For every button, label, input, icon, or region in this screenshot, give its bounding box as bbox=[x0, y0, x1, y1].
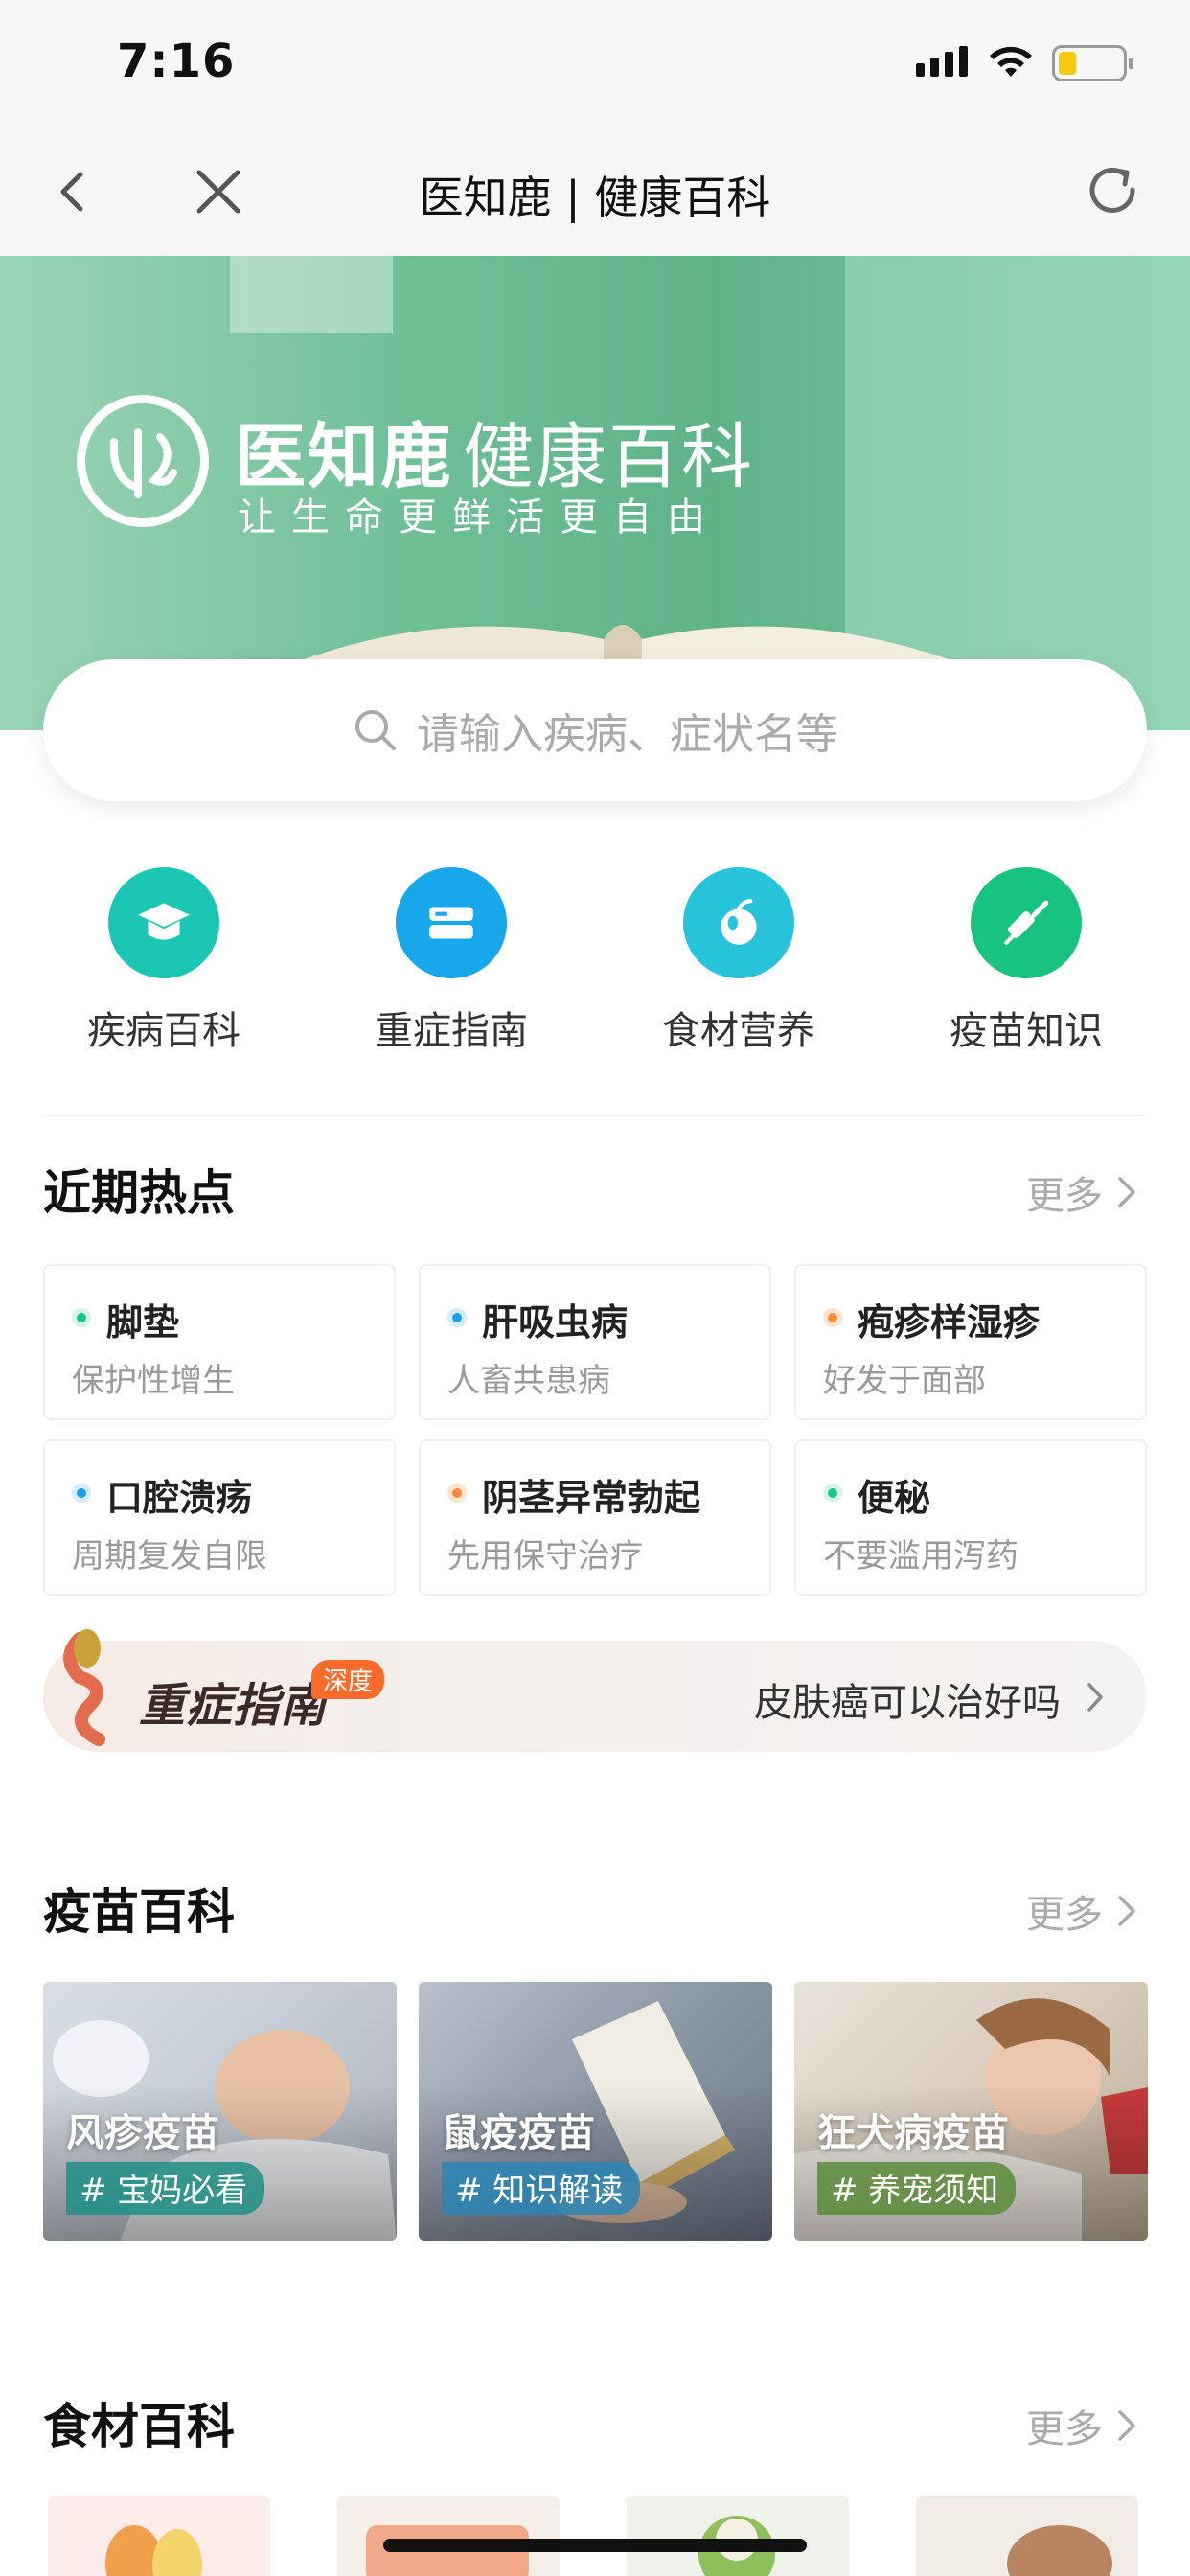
status-dot bbox=[447, 1308, 467, 1327]
hot-topic-desc: 周期复发自限 bbox=[72, 1537, 267, 1576]
more-label: 更多 bbox=[1026, 1174, 1103, 1218]
book-stack-icon bbox=[396, 867, 507, 978]
divider bbox=[43, 1115, 1147, 1116]
section-title-food: 食材百科 bbox=[43, 2399, 235, 2454]
category-label: 重症指南 bbox=[375, 1009, 528, 1053]
category-disease[interactable]: 疾病百科 bbox=[49, 867, 279, 1055]
hot-topic-name: 便秘 bbox=[858, 1477, 931, 1519]
hot-topic-card[interactable]: 疱疹样湿疹 好发于面部 bbox=[794, 1264, 1147, 1420]
status-dot bbox=[823, 1308, 842, 1327]
status-time: 7:16 bbox=[117, 34, 236, 88]
search-placeholder: 请输入疾病、症状名等 bbox=[417, 710, 838, 759]
salmon-photo bbox=[366, 2525, 529, 2576]
vegetable-photo bbox=[698, 2516, 775, 2576]
more-link-vaccine[interactable]: 更多 bbox=[1026, 1883, 1137, 1939]
vaccine-name: 狂犬病疫苗 bbox=[817, 2111, 1009, 2155]
category-label: 疫苗知识 bbox=[950, 1009, 1103, 1053]
home-indicator[interactable] bbox=[383, 2539, 807, 2552]
hot-topic-card[interactable]: 肝吸虫病 人畜共患病 bbox=[419, 1264, 771, 1420]
status-dot bbox=[72, 1308, 91, 1327]
chevron-right-icon bbox=[1118, 1896, 1135, 1926]
hot-topic-desc: 保护性增生 bbox=[72, 1362, 235, 1400]
hot-topic-desc: 好发于面部 bbox=[823, 1362, 986, 1400]
signal-icon bbox=[916, 46, 968, 77]
graduation-cap-icon bbox=[108, 867, 219, 978]
status-bar: 7:16 bbox=[0, 0, 1190, 126]
more-link-food[interactable]: 更多 bbox=[1026, 2398, 1137, 2453]
guide-question: 皮肤癌可以治好吗 bbox=[754, 1681, 1061, 1725]
brand-logo-icon bbox=[77, 395, 209, 527]
refresh-icon[interactable] bbox=[1083, 161, 1144, 222]
guide-badge: 深度 bbox=[311, 1660, 385, 1699]
vaccine-card[interactable]: 狂犬病疫苗 # 养宠须知 bbox=[794, 1982, 1148, 2241]
vaccine-card[interactable]: 鼠疫疫苗 # 知识解读 bbox=[419, 1982, 772, 2241]
chevron-right-icon bbox=[1087, 1683, 1103, 1712]
category-guide[interactable]: 重症指南 bbox=[336, 867, 566, 1055]
potato-photo bbox=[1007, 2525, 1112, 2576]
chevron-right-icon bbox=[1118, 1177, 1135, 1208]
hot-topic-name: 肝吸虫病 bbox=[482, 1301, 629, 1344]
category-vaccine[interactable]: 疫苗知识 bbox=[911, 867, 1141, 1055]
more-label: 更多 bbox=[1026, 1893, 1103, 1937]
section-title-hot: 近期热点 bbox=[43, 1165, 235, 1221]
hot-topic-card[interactable]: 口腔溃疡 周期复发自限 bbox=[43, 1439, 396, 1596]
wifi-icon bbox=[990, 46, 1032, 77]
fruit-photo bbox=[105, 2525, 202, 2576]
search-input[interactable]: 请输入疾病、症状名等 bbox=[43, 659, 1147, 801]
hot-topic-desc: 先用保守治疗 bbox=[447, 1537, 643, 1576]
hot-topic-desc: 人畜共患病 bbox=[447, 1362, 610, 1400]
hot-topic-name: 疱疹样湿疹 bbox=[858, 1301, 1041, 1344]
category-label: 疾病百科 bbox=[87, 1009, 240, 1053]
vaccine-tag: # 知识解读 bbox=[442, 2162, 641, 2215]
hot-topic-name: 口腔溃疡 bbox=[106, 1477, 253, 1519]
brand-slogan: 让生命更鲜活更自由 bbox=[238, 495, 721, 540]
vaccine-card[interactable]: 风疹疫苗 # 宝妈必看 bbox=[43, 1982, 397, 2241]
hot-topic-card[interactable]: 便秘 不要滥用泻药 bbox=[794, 1439, 1147, 1596]
hot-topic-name: 脚垫 bbox=[106, 1301, 180, 1344]
hot-topic-card[interactable]: 脚垫 保护性增生 bbox=[43, 1264, 396, 1420]
section-title-vaccine: 疫苗百科 bbox=[43, 1884, 235, 1940]
food-card[interactable] bbox=[627, 2496, 849, 2576]
more-link-hot[interactable]: 更多 bbox=[1026, 1164, 1137, 1220]
search-icon bbox=[355, 710, 396, 750]
nav-bar: 医知鹿 | 健康百科 bbox=[0, 126, 1190, 256]
status-dot bbox=[447, 1484, 467, 1503]
apple-icon bbox=[683, 867, 794, 978]
vaccine-name: 鼠疫疫苗 bbox=[442, 2111, 595, 2155]
battery-icon bbox=[1052, 45, 1133, 81]
critical-guide-banner[interactable]: 重症指南 深度 皮肤癌可以治好吗 bbox=[43, 1629, 1147, 1752]
vaccine-tag: # 养宠须知 bbox=[817, 2162, 1017, 2215]
syringe-icon bbox=[971, 867, 1082, 978]
hot-topic-name: 阴茎异常勃起 bbox=[482, 1477, 701, 1519]
status-dot bbox=[72, 1484, 91, 1503]
food-card[interactable] bbox=[916, 2496, 1138, 2576]
category-grid: 疾病百科 重症指南 食材营养 疫苗知识 bbox=[0, 867, 1190, 1059]
hot-topic-card[interactable]: 阴茎异常勃起 先用保守治疗 bbox=[419, 1439, 771, 1596]
more-label: 更多 bbox=[1026, 2407, 1103, 2451]
status-dot bbox=[823, 1484, 842, 1503]
vaccine-tag: # 宝妈必看 bbox=[66, 2162, 265, 2215]
food-card[interactable] bbox=[337, 2496, 560, 2576]
page-title: 医知鹿 | 健康百科 bbox=[419, 172, 771, 223]
chevron-right-icon bbox=[1118, 2410, 1135, 2441]
guide-title: 重症指南 bbox=[139, 1679, 328, 1733]
category-label: 食材营养 bbox=[662, 1009, 815, 1053]
food-card[interactable] bbox=[48, 2496, 270, 2576]
vaccine-name: 风疹疫苗 bbox=[66, 2111, 219, 2155]
category-food[interactable]: 食材营养 bbox=[624, 867, 854, 1055]
hot-topic-desc: 不要滥用泻药 bbox=[823, 1537, 1018, 1576]
